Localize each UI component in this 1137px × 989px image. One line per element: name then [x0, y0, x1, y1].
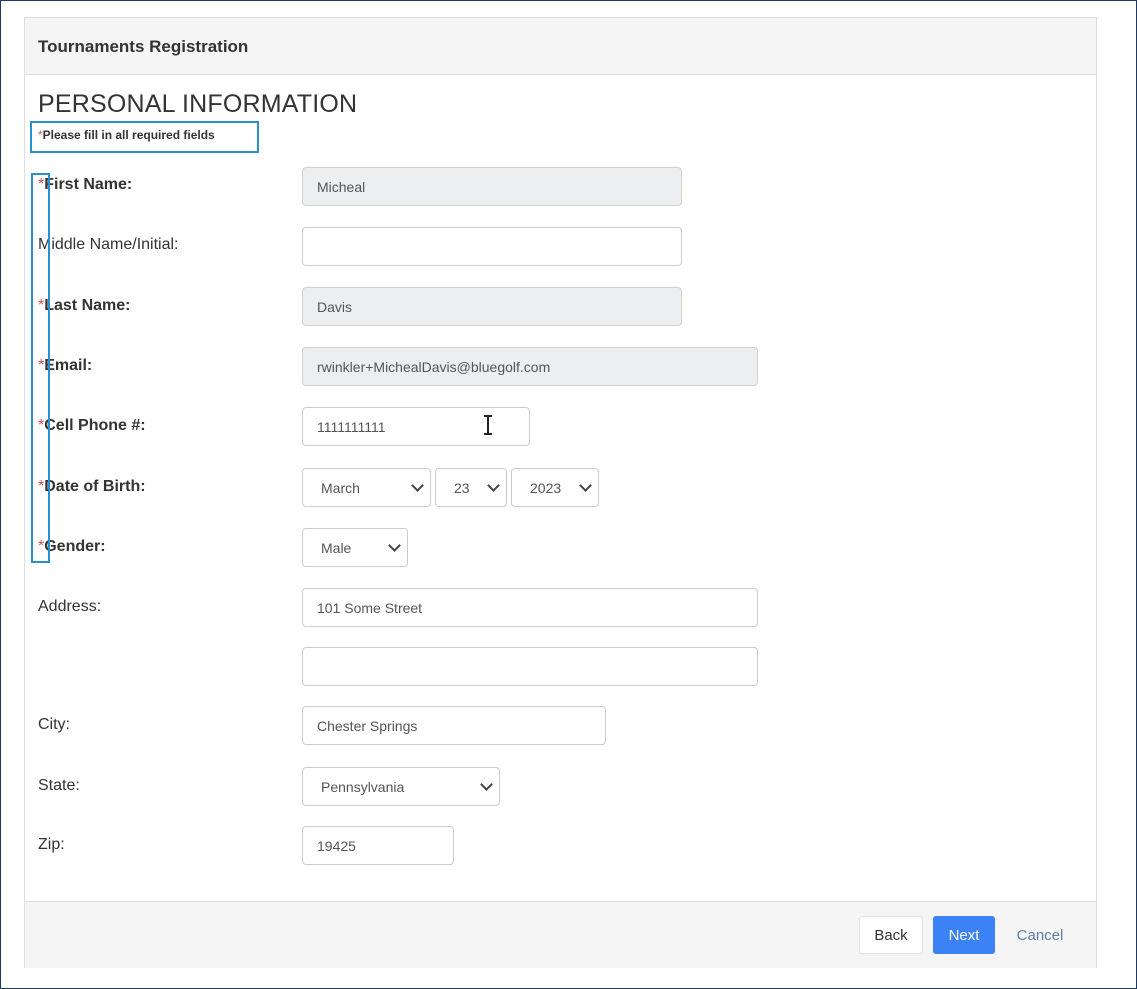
cancel-button[interactable]: Cancel	[1005, 916, 1075, 954]
address-line2-input[interactable]	[302, 647, 758, 686]
dob-day-value: 23	[454, 479, 470, 496]
dob-year-select[interactable]: 2023	[511, 468, 599, 507]
chevron-down-icon	[579, 478, 592, 492]
gender-value: Male	[321, 539, 352, 556]
middle-name-input[interactable]	[302, 227, 682, 266]
dob-month-select[interactable]: March	[302, 468, 431, 507]
last-name-label: *Last Name:	[38, 297, 131, 314]
middle-name-label: Middle Name/Initial:	[38, 236, 179, 253]
address-label: Address:	[38, 598, 102, 615]
back-button[interactable]: Back	[859, 916, 923, 954]
city-label: City:	[38, 716, 70, 733]
section-title: PERSONAL INFORMATION	[38, 90, 358, 118]
last-name-input[interactable]	[302, 287, 682, 326]
city-input[interactable]	[302, 706, 606, 745]
panel-header: Tournaments Registration	[25, 18, 1096, 75]
panel-title: Tournaments Registration	[38, 37, 249, 56]
chevron-down-icon	[411, 478, 424, 492]
address-line1-input[interactable]	[302, 588, 758, 627]
chevron-down-icon	[480, 777, 493, 791]
email-input[interactable]	[302, 347, 758, 386]
cell-phone-input[interactable]	[302, 407, 530, 446]
zip-label: Zip:	[38, 836, 65, 853]
dob-year-value: 2023	[530, 479, 562, 496]
cell-phone-label: *Cell Phone #:	[38, 417, 146, 434]
gender-select[interactable]: Male	[302, 528, 408, 567]
dob-label: *Date of Birth:	[38, 478, 146, 495]
first-name-input[interactable]	[302, 167, 682, 206]
state-value: Pennsylvania	[321, 778, 405, 795]
state-select[interactable]: Pennsylvania	[302, 767, 500, 806]
dob-month-value: March	[321, 479, 360, 496]
required-note-highlight	[30, 121, 259, 153]
dob-day-select[interactable]: 23	[435, 468, 507, 507]
panel-footer: Back Next Cancel	[25, 901, 1096, 968]
first-name-label: *First Name:	[38, 176, 133, 193]
required-stars-highlight	[31, 173, 50, 563]
chevron-down-icon	[487, 478, 500, 492]
state-label: State:	[38, 777, 80, 794]
chevron-down-icon	[388, 538, 401, 552]
zip-input[interactable]	[302, 826, 454, 865]
next-button[interactable]: Next	[933, 916, 995, 954]
text-cursor-icon	[484, 415, 492, 435]
